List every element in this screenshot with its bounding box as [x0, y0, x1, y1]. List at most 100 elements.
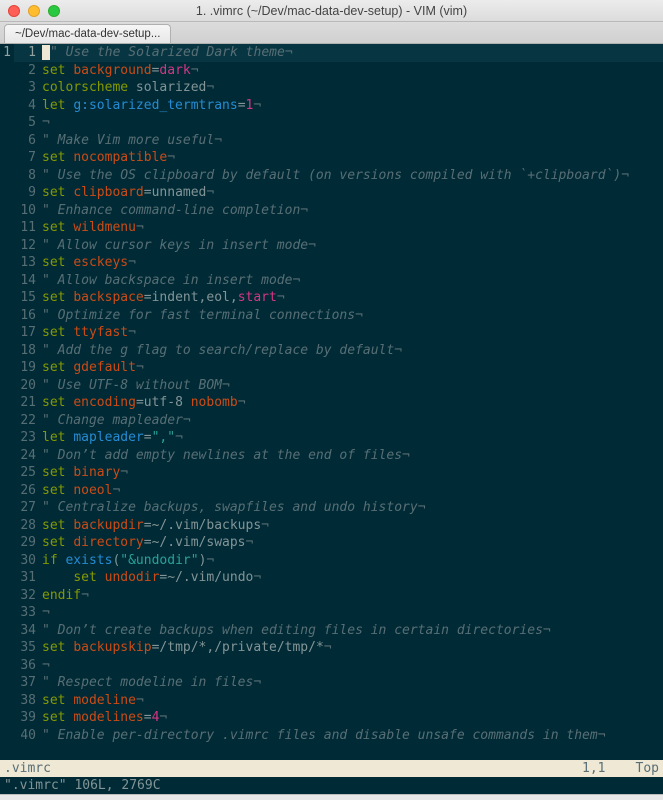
fold-column: 1 [0, 44, 14, 62]
code-line[interactable]: 22" Change mapleader¬ [0, 412, 663, 430]
eol-marker-icon: ¬ [128, 255, 136, 270]
code-line[interactable]: 5¬ [0, 114, 663, 132]
code-content: set background=dark¬ [42, 62, 663, 80]
code-content: " Enhance command-line completion¬ [42, 202, 663, 220]
fold-column [0, 149, 14, 167]
fold-column [0, 132, 14, 150]
fold-column [0, 219, 14, 237]
eol-marker-icon: ¬ [292, 273, 300, 288]
line-number: 23 [14, 429, 42, 447]
code-line[interactable]: 37" Respect modeline in files¬ [0, 674, 663, 692]
code-line[interactable]: 31 set undodir=~/.vim/undo¬ [0, 569, 663, 587]
code-line[interactable]: 4let g:solarized_termtrans=1¬ [0, 97, 663, 115]
fold-column [0, 254, 14, 272]
fold-column [0, 272, 14, 290]
fold-column [0, 307, 14, 325]
fold-column [0, 639, 14, 657]
code-content: " Centralize backups, swapfiles and undo… [42, 499, 663, 517]
eol-marker-icon: ¬ [206, 553, 214, 568]
code-content: " Don’t add empty newlines at the end of… [42, 447, 663, 465]
status-position: 1,1 [582, 761, 635, 776]
code-content: " Use UTF-8 without BOM¬ [42, 377, 663, 395]
code-line[interactable]: 24" Don’t add empty newlines at the end … [0, 447, 663, 465]
line-number: 13 [14, 254, 42, 272]
eol-marker-icon: ¬ [621, 168, 629, 183]
code-line[interactable]: 14" Allow backspace in insert mode¬ [0, 272, 663, 290]
code-line[interactable]: 27" Centralize backups, swapfiles and un… [0, 499, 663, 517]
line-number: 10 [14, 202, 42, 220]
line-number: 17 [14, 324, 42, 342]
eol-marker-icon: ¬ [175, 430, 183, 445]
code-line[interactable]: 34" Don’t create backups when editing fi… [0, 622, 663, 640]
code-line[interactable]: 33¬ [0, 604, 663, 622]
code-content: " Allow cursor keys in insert mode¬ [42, 237, 663, 255]
cursor-icon [42, 45, 50, 60]
eol-marker-icon: ¬ [136, 220, 144, 235]
code-line[interactable]: 7set nocompatible¬ [0, 149, 663, 167]
code-content: set gdefault¬ [42, 359, 663, 377]
code-line[interactable]: 2set background=dark¬ [0, 62, 663, 80]
code-line[interactable]: 20" Use UTF-8 without BOM¬ [0, 377, 663, 395]
line-number: 27 [14, 499, 42, 517]
code-line[interactable]: 19set gdefault¬ [0, 359, 663, 377]
fold-column [0, 359, 14, 377]
code-line[interactable]: 25set binary¬ [0, 464, 663, 482]
minimize-icon[interactable] [28, 5, 40, 17]
code-line[interactable]: 28set backupdir=~/.vim/backups¬ [0, 517, 663, 535]
code-line[interactable]: 26set noeol¬ [0, 482, 663, 500]
maximize-icon[interactable] [48, 5, 60, 17]
eol-marker-icon: ¬ [598, 728, 606, 743]
code-line[interactable]: 32endif¬ [0, 587, 663, 605]
fold-column [0, 552, 14, 570]
eol-marker-icon: ¬ [277, 290, 285, 305]
line-number: 6 [14, 132, 42, 150]
line-number: 16 [14, 307, 42, 325]
code-line[interactable]: 15set backspace=indent,eol,start¬ [0, 289, 663, 307]
code-line[interactable]: 9set clipboard=unnamed¬ [0, 184, 663, 202]
eol-marker-icon: ¬ [222, 378, 230, 393]
code-line[interactable]: 40" Enable per-directory .vimrc files an… [0, 727, 663, 745]
code-line[interactable]: 38set modeline¬ [0, 692, 663, 710]
code-line[interactable]: 11" Use the Solarized Dark theme¬ [0, 44, 663, 62]
code-content: " Use the OS clipboard by default (on ve… [42, 167, 663, 185]
code-line[interactable]: 8" Use the OS clipboard by default (on v… [0, 167, 663, 185]
code-line[interactable]: 21set encoding=utf-8 nobomb¬ [0, 394, 663, 412]
code-line[interactable]: 11set wildmenu¬ [0, 219, 663, 237]
editor-area[interactable]: 11 " Use the Solarized Dark theme¬ 2set b… [0, 44, 663, 760]
code-line[interactable]: 3colorscheme solarized¬ [0, 79, 663, 97]
code-content: " Use the Solarized Dark theme¬ [42, 44, 663, 62]
code-content: ¬ [42, 114, 663, 132]
code-content: ¬ [42, 604, 663, 622]
code-line[interactable]: 13set esckeys¬ [0, 254, 663, 272]
window-title: 1. .vimrc (~/Dev/mac-data-dev-setup) - V… [0, 4, 663, 18]
code-line[interactable]: 36¬ [0, 657, 663, 675]
line-number: 35 [14, 639, 42, 657]
line-number: 11 [14, 219, 42, 237]
close-icon[interactable] [8, 5, 20, 17]
fold-column [0, 167, 14, 185]
code-line[interactable]: 17set ttyfast¬ [0, 324, 663, 342]
eol-marker-icon: ¬ [136, 693, 144, 708]
code-line[interactable]: 10" Enhance command-line completion¬ [0, 202, 663, 220]
code-line[interactable]: 29set directory=~/.vim/swaps¬ [0, 534, 663, 552]
code-line[interactable]: 16" Optimize for fast terminal connectio… [0, 307, 663, 325]
tab-vimrc[interactable]: ~/Dev/mac-data-dev-setup... [4, 24, 171, 43]
code-line[interactable]: 35set backupskip=/tmp/*,/private/tmp/*¬ [0, 639, 663, 657]
eol-marker-icon: ¬ [81, 588, 89, 603]
code-line[interactable]: 23let mapleader=","¬ [0, 429, 663, 447]
code-line[interactable]: 6" Make Vim more useful¬ [0, 132, 663, 150]
fold-column [0, 727, 14, 745]
line-number: 7 [14, 149, 42, 167]
eol-marker-icon: ¬ [324, 640, 332, 655]
fold-column [0, 412, 14, 430]
code-content: set modeline¬ [42, 692, 663, 710]
line-number: 4 [14, 97, 42, 115]
code-line[interactable]: 18" Add the g flag to search/replace by … [0, 342, 663, 360]
eol-marker-icon: ¬ [167, 150, 175, 165]
code-line[interactable]: 12" Allow cursor keys in insert mode¬ [0, 237, 663, 255]
code-line[interactable]: 30if exists("&undodir")¬ [0, 552, 663, 570]
code-line[interactable]: 39set modelines=4¬ [0, 709, 663, 727]
code-content: " Enable per-directory .vimrc files and … [42, 727, 663, 745]
eol-marker-icon: ¬ [238, 395, 246, 410]
code-content: colorscheme solarized¬ [42, 79, 663, 97]
